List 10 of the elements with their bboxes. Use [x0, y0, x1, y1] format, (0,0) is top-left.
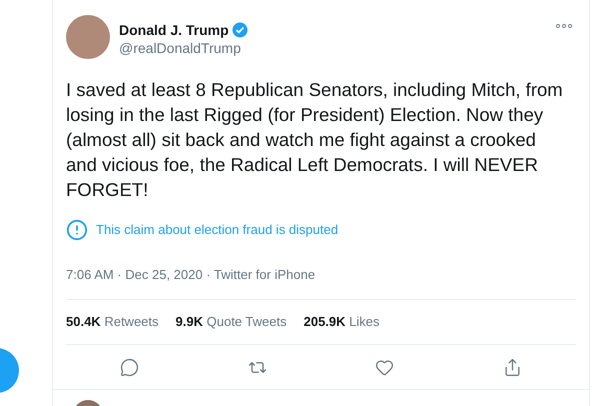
stat-link[interactable]: 205.9K Likes: [304, 312, 380, 332]
tweet-timestamp[interactable]: 7:06 AM · Dec 25, 2020 · Twitter for iPhone: [66, 267, 316, 282]
author-name[interactable]: Donald J. Trump: [119, 21, 229, 39]
alert-icon: [66, 219, 88, 241]
tweet-text: I saved at least 8 Republican Senators, including Mitch, from losing in the last Rigged (for President) Election. Now they (almost all) sit back and watch me fight against a crooked and vicious foe, the Radical Left Democrats. I will NEVER FORGET!: [65, 78, 564, 202]
stat-link[interactable]: 9.9K Quote Tweets: [176, 312, 287, 332]
more-options-button[interactable]: ∘∘∘: [554, 19, 572, 33]
avatar: [66, 15, 110, 59]
stat-link[interactable]: 50.4K Retweets: [66, 312, 159, 332]
author-handle[interactable]: @realDonaldTrump: [119, 39, 241, 57]
